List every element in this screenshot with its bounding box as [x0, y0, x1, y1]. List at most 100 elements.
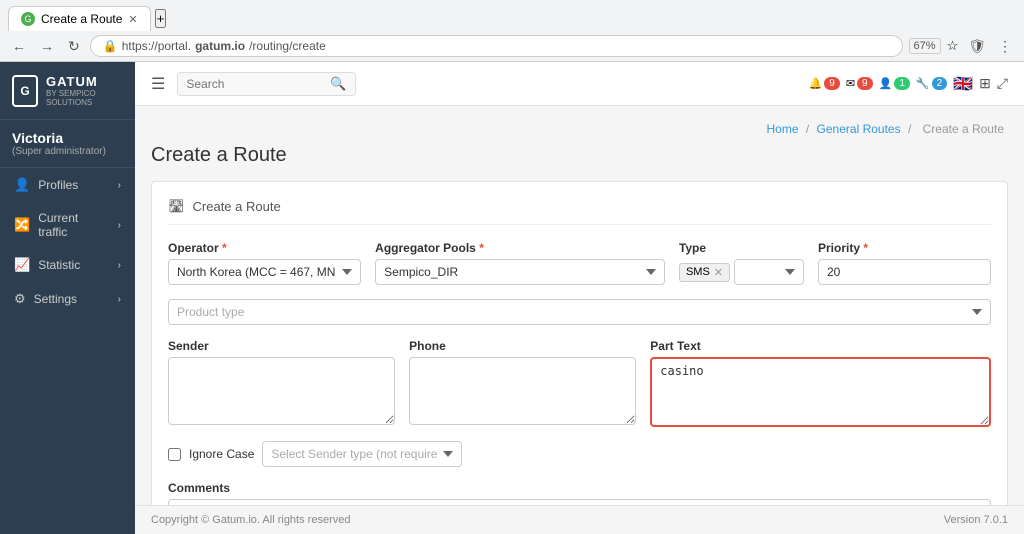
- sender-textarea[interactable]: [168, 357, 395, 425]
- search-box[interactable]: 🔍: [177, 72, 355, 96]
- user-count: 1: [894, 77, 910, 90]
- phone-textarea[interactable]: [409, 357, 636, 425]
- message-badge[interactable]: ✉ 9: [846, 77, 873, 90]
- sidebar-item-label: Settings: [34, 292, 77, 306]
- tools-icon: 🔧: [916, 77, 930, 90]
- phone-label: Phone: [409, 339, 636, 353]
- chevron-icon: ›: [118, 180, 121, 191]
- part-text-label: Part Text: [650, 339, 991, 353]
- type-select[interactable]: [734, 259, 804, 285]
- user-section: Victoria (Super administrator): [0, 120, 135, 168]
- route-icon: 🛣: [168, 198, 185, 214]
- operator-group: Operator * North Korea (MCC = 467, MNC =…: [168, 241, 361, 285]
- priority-label: Priority *: [818, 241, 991, 255]
- footer: Copyright © Gatum.io. All rights reserve…: [135, 505, 1024, 534]
- ignore-case-row: Ignore Case Select Sender type (not requ…: [168, 441, 991, 467]
- breadcrumb-sep: /: [806, 122, 813, 136]
- sidebar-item-settings[interactable]: ⚙ Settings ›: [0, 282, 135, 316]
- type-value: SMS: [686, 266, 710, 278]
- security-icon: 🔒: [103, 39, 118, 53]
- bookmark-icon[interactable]: ☆: [947, 38, 959, 54]
- expand-icon[interactable]: ⤢: [997, 75, 1008, 92]
- form-card-header: 🛣 Create a Route: [168, 198, 991, 225]
- sidebar-item-current-traffic[interactable]: 🔀 Current traffic ›: [0, 202, 135, 248]
- message-count: 9: [857, 77, 873, 90]
- message-icon: ✉: [846, 77, 855, 90]
- back-button[interactable]: ←: [8, 36, 30, 56]
- breadcrumb-home[interactable]: Home: [767, 122, 799, 136]
- page-title: Create a Route: [151, 144, 1008, 167]
- version: Version 7.0.1: [944, 514, 1008, 526]
- form-row-3: Sender Phone Part Text casino: [168, 339, 991, 427]
- aggregator-select[interactable]: Sempico_DIR: [375, 259, 665, 285]
- grid-icon[interactable]: ⊞: [979, 75, 991, 92]
- ignore-case-label: Ignore Case: [189, 447, 254, 461]
- refresh-button[interactable]: ↻: [64, 36, 84, 57]
- sidebar-item-label: Current traffic: [38, 211, 109, 239]
- breadcrumb-general-routes[interactable]: General Routes: [817, 122, 901, 136]
- operator-label: Operator *: [168, 241, 361, 255]
- bell-icon: 🔔: [809, 77, 823, 90]
- sidebar-item-profiles[interactable]: 👤 Profiles ›: [0, 168, 135, 202]
- logo-subtitle: BY SEMPICO SOLUTIONS: [46, 89, 123, 107]
- zoom-level: 67%: [909, 38, 941, 54]
- statistic-icon: 📈: [14, 257, 30, 273]
- extensions-button[interactable]: 🛡: [964, 36, 990, 57]
- product-type-select[interactable]: Product type: [168, 299, 991, 325]
- operator-select[interactable]: North Korea (MCC = 467, MNC = 00): [168, 259, 361, 285]
- tab-close-icon[interactable]: ✕: [128, 13, 137, 26]
- hamburger-icon[interactable]: ☰: [151, 74, 165, 94]
- type-group: Type SMS ✕: [679, 241, 804, 285]
- chevron-icon: ›: [118, 294, 121, 305]
- phone-group: Phone: [409, 339, 636, 425]
- ignore-case-checkbox[interactable]: [168, 448, 181, 461]
- breadcrumb-current: Create a Route: [923, 122, 1004, 136]
- language-flag[interactable]: 🇬🇧: [953, 74, 973, 94]
- logo-icon: G: [12, 75, 38, 107]
- sidebar-nav: 👤 Profiles › 🔀 Current traffic › 📈 Stati…: [0, 168, 135, 534]
- part-text-textarea[interactable]: casino: [650, 357, 991, 427]
- topbar: ☰ 🔍 🔔 9 ✉ 9 👤 1 🔧: [135, 62, 1024, 106]
- tab-label: Create a Route: [41, 12, 122, 26]
- type-row: SMS ✕: [679, 259, 804, 285]
- topbar-actions: 🔔 9 ✉ 9 👤 1 🔧 2 🇬🇧 ⊞ ⤢: [809, 74, 1008, 94]
- sender-label: Sender: [168, 339, 395, 353]
- type-tag: SMS ✕: [679, 263, 730, 282]
- sidebar-item-label: Statistic: [38, 258, 80, 272]
- search-icon: 🔍: [330, 76, 346, 92]
- browser-tab[interactable]: G Create a Route ✕: [8, 6, 151, 31]
- sidebar: G GATUM BY SEMPICO SOLUTIONS Victoria (S…: [0, 62, 135, 534]
- sidebar-item-statistic[interactable]: 📈 Statistic ›: [0, 248, 135, 282]
- type-remove-icon[interactable]: ✕: [714, 266, 723, 279]
- part-text-group: Part Text casino: [650, 339, 991, 427]
- user-name: Victoria: [12, 130, 123, 146]
- priority-input[interactable]: [818, 259, 991, 285]
- tools-badge[interactable]: 🔧 2: [916, 77, 947, 90]
- search-input[interactable]: [186, 77, 326, 91]
- aggregator-label: Aggregator Pools *: [375, 241, 665, 255]
- chevron-icon: ›: [118, 260, 121, 271]
- sidebar-logo: G GATUM BY SEMPICO SOLUTIONS: [0, 62, 135, 120]
- tab-favicon: G: [21, 12, 35, 26]
- notification-badge[interactable]: 🔔 9: [809, 77, 840, 90]
- address-bar-input[interactable]: 🔒 https://portal.gatum.io/routing/create: [90, 35, 903, 57]
- forward-button[interactable]: →: [36, 36, 58, 56]
- menu-button[interactable]: ⋮: [994, 36, 1016, 57]
- logo-title: GATUM: [46, 74, 123, 89]
- breadcrumb: Home / General Routes / Create a Route: [151, 122, 1008, 136]
- sidebar-item-label: Profiles: [38, 178, 78, 192]
- chevron-icon: ›: [118, 220, 121, 231]
- new-tab-button[interactable]: +: [155, 9, 167, 28]
- user-badge[interactable]: 👤 1: [879, 77, 910, 90]
- address-suffix: /routing/create: [249, 39, 326, 53]
- priority-group: Priority *: [818, 241, 991, 285]
- sender-type-select[interactable]: Select Sender type (not required): [262, 441, 462, 467]
- tools-count: 2: [932, 77, 948, 90]
- aggregator-group: Aggregator Pools * Sempico_DIR: [375, 241, 665, 285]
- comments-label: Comments: [168, 481, 991, 495]
- profiles-icon: 👤: [14, 177, 30, 193]
- type-label: Type: [679, 241, 804, 255]
- address-domain: gatum.io: [195, 39, 245, 53]
- breadcrumb-sep: /: [908, 122, 915, 136]
- copyright: Copyright © Gatum.io. All rights reserve…: [151, 514, 350, 526]
